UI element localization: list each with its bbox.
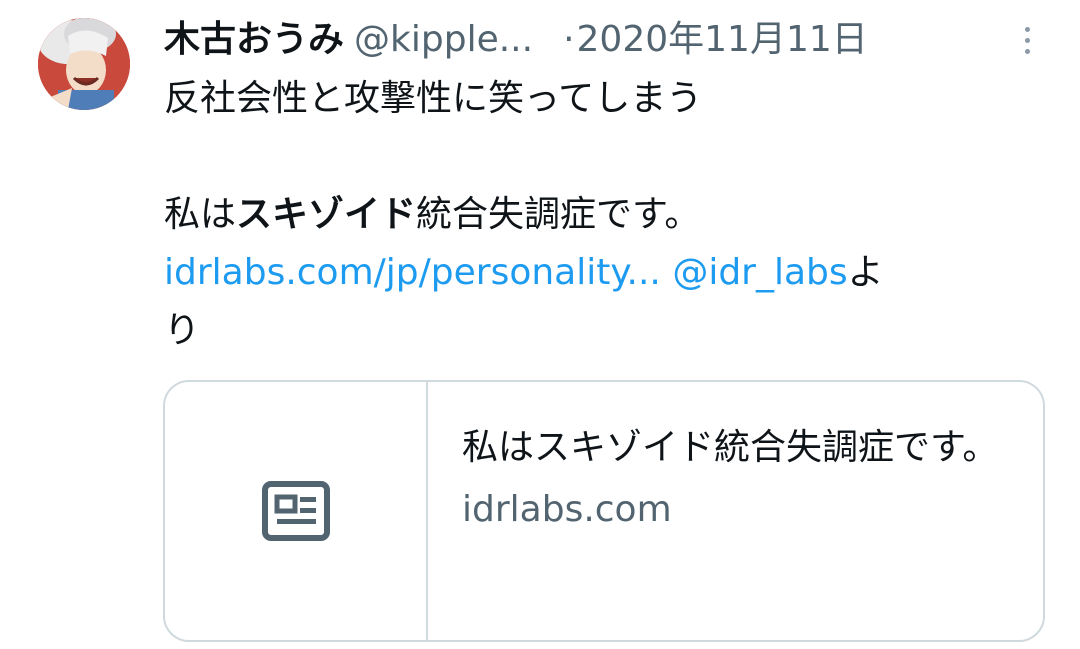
text-line: り [164,310,201,351]
text-fragment: 私は [164,194,237,235]
mention-link[interactable]: @idr_labs [672,252,847,293]
handle[interactable]: @kipple... [354,19,533,60]
text-fragment: 統合失調症です。 [416,194,701,235]
card-body: 私はスキゾイド統合失調症です。 idrlabs.com [428,382,1043,640]
text-line: 私はスキゾイド統合失調症です。 [164,186,1034,244]
dot [1024,26,1030,32]
avatar[interactable] [38,18,130,110]
text-fragment: よ [847,252,884,293]
news-article-icon [261,481,330,541]
more-vertical-icon[interactable] [1012,22,1042,58]
url-link[interactable]: idrlabs.com/jp/personality... [164,252,661,293]
text-line: 反社会性と攻撃性に笑ってしまう [164,78,703,119]
text-line: idrlabs.com/jp/personality... @idr_labsよ [164,244,1034,302]
tweet-text: 反社会性と攻撃性に笑ってしまう 私はスキゾイド統合失調症です。 idrlabs.… [164,70,1034,360]
tweet-header: 木古おうみ @kipple... ·2020年11月11日 [164,14,1044,66]
bold-text: スキゾイド [236,194,417,235]
tweet-date[interactable]: 2020年11月11日 [577,19,868,60]
link-card[interactable]: 私はスキゾイド統合失調症です。 idrlabs.com [163,380,1045,642]
dot [1024,37,1030,43]
card-thumbnail [165,382,428,640]
avatar-image [38,18,130,110]
display-name[interactable]: 木古おうみ [164,19,344,60]
card-title: 私はスキゾイド統合失調症です。 [462,427,999,468]
separator: · [563,19,575,60]
dot [1024,48,1030,54]
card-domain: idrlabs.com [462,489,672,530]
